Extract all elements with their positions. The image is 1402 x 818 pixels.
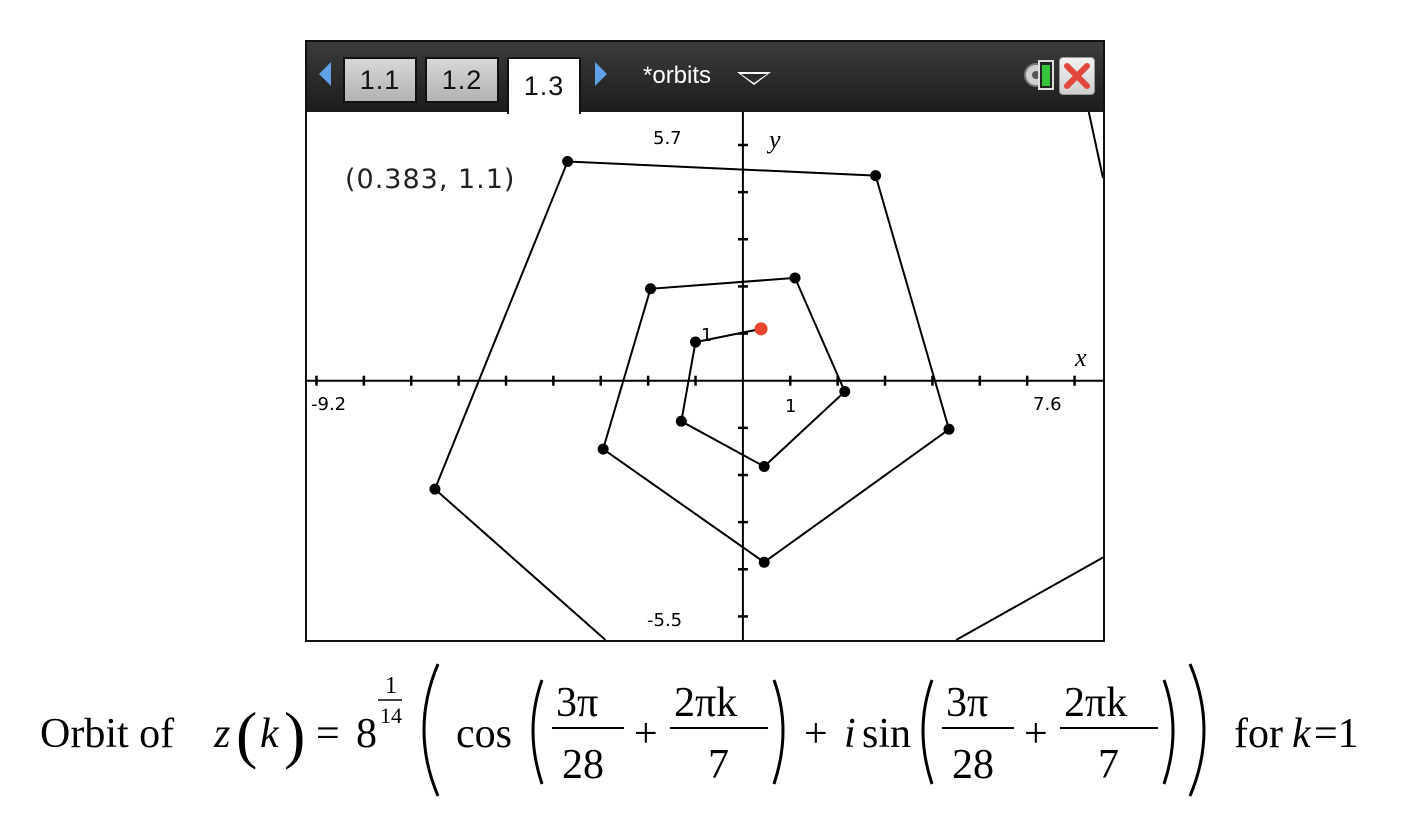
caption-plus-2: + [804,711,828,757]
orbit-point[interactable] [839,386,851,398]
orbit-segment [433,160,951,640]
x-max-label: 7.6 [1033,394,1062,415]
current-point[interactable] [754,322,768,336]
caption-frac4-num: 2πk [1064,680,1127,726]
right-arrow-icon[interactable] [595,62,607,86]
orbit-point[interactable] [675,415,687,427]
orbit-point[interactable] [758,556,770,568]
orbit-point[interactable] [597,443,609,455]
caption-cos: cos [456,711,512,757]
tab-1-1[interactable]: 1.1 [343,57,417,103]
caption-frac2-num: 2πk [674,680,737,726]
orbit-point[interactable] [645,283,657,295]
close-button[interactable] [1059,57,1095,95]
caption-equals: = [316,711,340,757]
caption-base: 8 [356,711,377,757]
caption-paren: ) [284,699,305,770]
caption-for: for [1234,711,1283,757]
caption-frac3-num: 3π [946,680,988,726]
caption-prefix: Orbit of [40,711,174,757]
caption-for-eq: =1 [1314,711,1359,757]
calculator-screen: 1.1 1.2 1.3 *orbits -9.2 7.6 5.7 -5.5 1 … [305,40,1105,642]
caption-formula: Orbit of z ( k ) = 8 1 14 cos 3π 28 + 2π… [40,663,1359,797]
chevron-down-icon[interactable] [737,72,771,85]
orbit-point[interactable] [870,170,882,182]
orbit-point[interactable] [562,156,574,167]
y-min-label: -5.5 [647,610,682,631]
orbit-point[interactable] [789,272,801,284]
orbit-point[interactable] [758,461,770,473]
caption-exp-num: 1 [385,673,397,699]
caption-frac2-den: 7 [708,742,729,788]
caption-i: i [844,711,856,757]
caption-sin: sin [862,711,911,757]
orbit-point[interactable] [943,423,955,435]
caption-plus: + [634,711,658,757]
caption-frac4-den: 7 [1098,742,1119,788]
caption-paren: ( [236,699,257,770]
orbit-point[interactable] [690,336,702,348]
caption-big-paren-right [1188,663,1206,797]
orbit-point[interactable] [429,483,441,495]
x-axis-label: x [1074,343,1087,372]
caption-frac3-den: 28 [952,742,994,788]
caption-exp-den: 14 [380,703,402,728]
caption-for-k: k [1292,711,1312,757]
close-icon [1064,63,1090,89]
tab-1-3[interactable]: 1.3 [507,57,581,114]
caption-big-paren-left [422,663,440,797]
gear-battery-icon[interactable] [1022,57,1056,93]
left-arrow-icon[interactable] [319,62,331,86]
title-bar: 1.1 1.2 1.3 *orbits [307,42,1103,114]
x-tick-label: 1 [785,396,796,417]
document-title[interactable]: *orbits [643,62,711,90]
graph-area[interactable]: -9.2 7.6 5.7 -5.5 1 1 x y (0.383, 1.1) [307,112,1103,640]
caption-k: k [260,711,280,757]
caption-frac1-den: 28 [562,742,604,788]
orbit-segment [1087,112,1103,179]
tab-1-2[interactable]: 1.2 [425,57,499,103]
caption-z: z [213,711,230,757]
y-axis-label: y [766,125,781,154]
caption-plus-3: + [1024,711,1048,757]
x-min-label: -9.2 [311,394,346,415]
caption-frac1-num: 3π [556,680,598,726]
coordinate-readout[interactable]: (0.383, 1.1) [345,164,515,195]
y-tick-label: 1 [701,325,712,346]
y-max-label: 5.7 [653,128,682,149]
orbit-segment [955,556,1103,640]
